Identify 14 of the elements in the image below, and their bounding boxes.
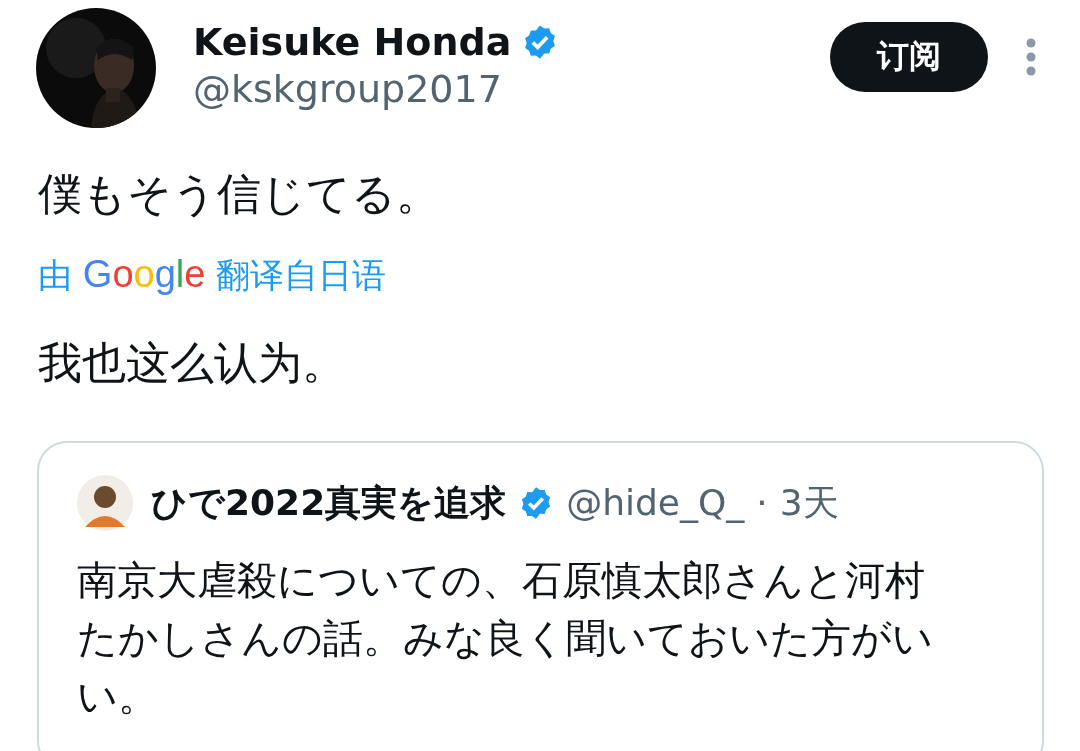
separator-dot: · [756,481,768,525]
more-icon[interactable] [1026,38,1036,76]
quoted-tweet-card[interactable]: ひで2022真実を追求 @hide_Q_ · 3天 南京大虐殺についての、石原慎太郎さんと河村たかしさんの話。みな良く聞いておいた方がいい。 [37,441,1044,751]
post-time: 3天 [779,481,839,525]
author-name: Keisuke Honda [193,20,512,64]
quoted-author-name: ひで2022真実を追求 [151,481,507,525]
subscribe-button[interactable]: 订阅 [830,22,988,92]
quoted-author-handle: @hide_Q_ [566,481,745,525]
translation-credit[interactable]: 由 Google 翻译自日语 [38,250,387,299]
quoted-tweet-text: 南京大虐殺についての、石原慎太郎さんと河村たかしさんの話。みな良く聞いておいた方がいい。 [77,556,934,721]
tweet-text: 僕もそう信じてる。 [38,167,441,221]
avatar-icon [77,475,133,531]
translated-text: 我也这么认为。 [38,336,347,390]
author-handle: @kskgroup2017 [193,66,503,113]
